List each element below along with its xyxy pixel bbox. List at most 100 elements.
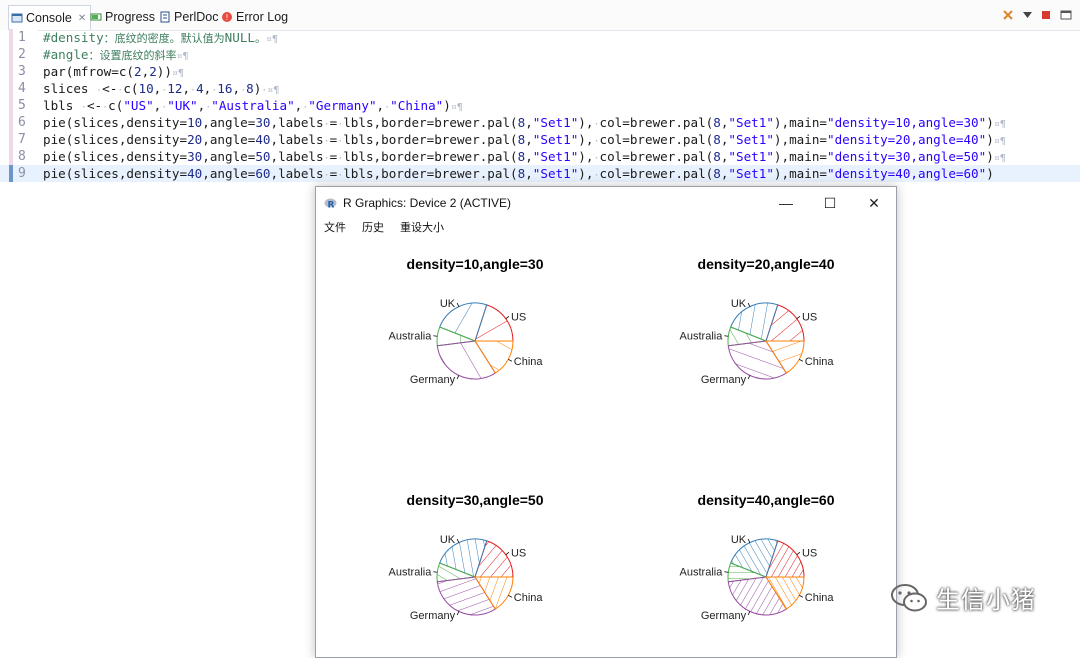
perldoc-icon (160, 11, 170, 23)
pie-label: US (802, 547, 817, 559)
pie-label-tick (747, 611, 751, 616)
line-marker (9, 148, 13, 165)
tab-error-log[interactable]: ! Error Log (221, 6, 288, 28)
line-number: 1 (18, 30, 26, 45)
code-line[interactable]: 2 #angle：设置底纹的斜率¤¶ (0, 46, 1080, 63)
pie-label: Australia (389, 331, 433, 343)
code-line[interactable]: 4 slices ·<-·c(10,·12,·4,·16,·8)·¤¶ (0, 80, 1080, 97)
pie-label-tick (747, 375, 751, 380)
tab-progress[interactable]: Progress (90, 6, 155, 28)
line-marker (9, 114, 13, 131)
code-line-current[interactable]: 9 pie(slices,density=40,angle=60,labels·=… (0, 165, 1080, 182)
line-number: 4 (18, 81, 26, 96)
pie-label-tick (433, 571, 438, 573)
pie-label-tick (456, 302, 460, 307)
code-text: pie(slices,density=40,angle=60,labels·=·… (43, 166, 994, 181)
pie-chart-panel: density=10,angle=30 US UK Australia Germany C… (389, 256, 835, 622)
view-tab-bar: Console ✕ Progress PerlDoc ! Error Log (0, 0, 1080, 31)
line-marker (9, 131, 13, 148)
console-icon (11, 13, 23, 23)
svg-text:R: R (328, 200, 335, 210)
pie-label: China (805, 592, 835, 604)
code-line[interactable]: 5 lbls ·<-·c("US",·"UK",·"Australia",·"Ge… (0, 97, 1080, 114)
clear-console-icon[interactable] (1002, 9, 1014, 21)
chart-title: density=40,angle=60 (698, 492, 835, 508)
terminate-icon[interactable] (1041, 10, 1051, 20)
pie-label-tick (505, 551, 510, 555)
pie-label-tick (799, 358, 803, 362)
tab-progress-label: Progress (105, 10, 156, 24)
line-number: 2 (18, 47, 26, 62)
line-number: 3 (18, 64, 26, 79)
window-menu-bar: 文件 历史 重设大小 (316, 219, 896, 237)
line-marker (9, 29, 13, 46)
chart-title: density=20,angle=40 (698, 256, 835, 272)
pie-label-tick (796, 551, 801, 555)
window-title: R Graphics: Device 2 (ACTIVE) (343, 196, 512, 210)
pie-label: Germany (701, 610, 747, 622)
view-controls (1002, 9, 1072, 21)
pie-label: US (511, 547, 526, 559)
pie-label: Germany (410, 374, 456, 386)
code-line[interactable]: 1 #density：底纹的密度。默认值为NULL。¤¶ (0, 29, 1080, 46)
code-line[interactable]: 7 pie(slices,density=20,angle=40,labels·=… (0, 131, 1080, 148)
menu-file[interactable]: 文件 (322, 219, 348, 237)
code-line[interactable]: 3 par(mfrow=c(2,2))¤¶ (0, 63, 1080, 80)
pie-label: US (511, 311, 526, 323)
tab-console[interactable]: Console ✕ (8, 5, 92, 30)
pie-label-tick (508, 358, 512, 362)
minimize-button[interactable]: — (764, 187, 808, 219)
maximize-button[interactable]: ☐ (808, 187, 852, 219)
line-marker (9, 165, 13, 182)
menu-history[interactable]: 历史 (360, 219, 386, 237)
code-line[interactable]: 8 pie(slices,density=30,angle=50,labels·=… (0, 148, 1080, 165)
pie-label: UK (731, 298, 747, 310)
pie-label: China (514, 592, 544, 604)
code-line[interactable]: 6 pie(slices,density=10,angle=30,labels·=… (0, 114, 1080, 131)
pie-label: UK (731, 534, 747, 546)
pie-label-tick (799, 594, 803, 598)
pie-label-tick (433, 335, 438, 337)
watermark: 生信小猪 (890, 580, 1036, 615)
r-logo-icon: R (324, 198, 337, 210)
line-number: 7 (18, 132, 26, 147)
watermark-text: 生信小猪 (936, 586, 1036, 614)
line-number: 6 (18, 115, 26, 130)
pie-label: US (802, 311, 817, 323)
line-marker (9, 80, 13, 97)
chart-title: density=30,angle=50 (407, 492, 544, 508)
tab-error-log-label: Error Log (236, 10, 289, 24)
progress-icon (90, 13, 102, 21)
pie-label: Germany (410, 610, 456, 622)
window-controls: — ☐ ✕ (764, 187, 896, 219)
tab-perldoc[interactable]: PerlDoc (159, 6, 218, 28)
pie-label-tick (747, 538, 751, 543)
line-marker (9, 63, 13, 80)
pie-label-tick (508, 594, 512, 598)
pie-label-tick (456, 538, 460, 543)
menu-resize[interactable]: 重设大小 (398, 219, 446, 237)
pie-label-tick (796, 315, 801, 319)
line-number: 9 (18, 166, 26, 181)
r-graphics-window[interactable]: R R Graphics: Device 2 (ACTIVE) — ☐ ✕ 文件… (315, 186, 897, 658)
line-marker (9, 97, 13, 114)
tab-perldoc-label: PerlDoc (174, 10, 219, 24)
line-number: 8 (18, 149, 26, 164)
pie-label-tick (456, 611, 460, 616)
pie-label-tick (505, 315, 510, 319)
chevron-down-icon[interactable] (1023, 11, 1032, 19)
chart-title: density=10,angle=30 (407, 256, 544, 272)
pie-label-tick (456, 375, 460, 380)
line-marker (9, 46, 13, 63)
close-button[interactable]: ✕ (852, 187, 896, 219)
pie-label-tick (724, 335, 729, 337)
svg-text:!: ! (225, 13, 228, 22)
minimize-view-icon[interactable] (1060, 9, 1072, 21)
pie-label: UK (440, 534, 456, 546)
pie-label-tick (724, 571, 729, 573)
pie-label: Australia (680, 331, 724, 343)
error-log-icon: ! (222, 12, 232, 22)
pie-label-tick (747, 302, 751, 307)
pie-label: China (514, 356, 544, 368)
close-tab-icon[interactable]: ✕ (78, 13, 86, 24)
